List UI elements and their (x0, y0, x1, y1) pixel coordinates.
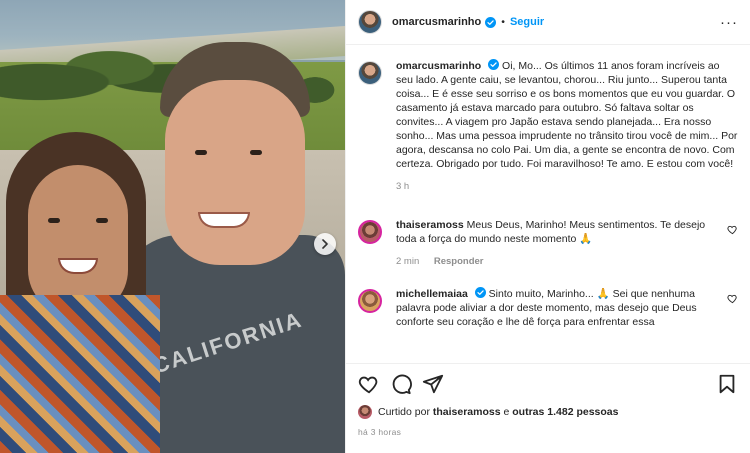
paper-plane-icon (422, 374, 444, 393)
post-header: omarcusmarinho • Seguir ··· (346, 0, 750, 45)
comment-body: thaiseramoss Meus Deus, Marinho! Meus se… (396, 218, 719, 269)
verified-badge-icon (474, 287, 486, 298)
likes-others[interactable]: outras 1.482 pessoas (512, 406, 618, 418)
woman-eye-right (96, 218, 108, 223)
posted-time: há 3 horas (358, 427, 402, 437)
man-face (165, 80, 305, 265)
man-smile (198, 212, 250, 228)
caption-text: Oi, Mo... Os últimos 11 anos foram incrí… (396, 60, 738, 170)
heart-icon (358, 376, 378, 393)
likes-prefix: Curtido por (378, 406, 430, 418)
save-button[interactable] (716, 373, 738, 395)
likes-summary[interactable]: Curtido por thaiseramoss e outras 1.482 … (358, 405, 619, 419)
caption-author[interactable]: omarcusmarinho (396, 60, 481, 72)
comment-button[interactable] (390, 373, 412, 395)
comment-item: thaiseramoss Meus Deus, Marinho! Meus se… (358, 218, 738, 269)
caption-entry: omarcusmarinho Oi, Mo... Os últimos 11 a… (358, 59, 738, 194)
author-avatar[interactable] (358, 10, 382, 34)
post-actions (346, 363, 750, 403)
comment-like-icon[interactable] (727, 224, 738, 235)
separator-dot: • (501, 16, 505, 28)
like-button[interactable] (358, 373, 380, 395)
follow-button[interactable]: Seguir (510, 16, 544, 28)
liker-avatar (358, 405, 372, 419)
comment-meta: 2 min Responder (396, 255, 719, 269)
comment-bubble-icon (392, 374, 412, 394)
comment-item: michellemaiaa Sinto muito, Marinho... 🙏 … (358, 287, 738, 329)
bookmark-icon (719, 374, 735, 393)
next-photo-button[interactable] (314, 233, 336, 255)
author-username[interactable]: omarcusmarinho (392, 16, 481, 28)
comment-body: michellemaiaa Sinto muito, Marinho... 🙏 … (396, 287, 719, 329)
comment-author[interactable]: thaiseramoss (396, 219, 464, 231)
woman-eye-left (48, 218, 60, 223)
comment-author[interactable]: michellemaiaa (396, 288, 468, 300)
verified-badge-icon (488, 59, 500, 70)
caption-author-avatar[interactable] (358, 61, 382, 85)
commenter-avatar[interactable] (358, 220, 382, 244)
caption-time: 3 h (396, 181, 410, 192)
caption-text-block: omarcusmarinho Oi, Mo... Os últimos 11 a… (396, 59, 738, 171)
comment-like-icon[interactable] (727, 293, 738, 304)
commenter-avatar[interactable] (358, 289, 382, 313)
post-photo[interactable]: CALIFORNIA (0, 0, 345, 453)
share-button[interactable] (422, 373, 444, 395)
man-eye-right (250, 150, 262, 155)
woman-face (28, 165, 128, 315)
verified-badge-icon (485, 16, 497, 28)
caption-meta: 3 h (396, 180, 738, 194)
post-side-panel: omarcusmarinho • Seguir ··· omarcusmarin… (345, 0, 750, 453)
instagram-post: CALIFORNIA omarcusmarinho • Seguir ··· o… (0, 0, 750, 453)
comment-time: 2 min (396, 256, 420, 267)
liker-username[interactable]: thaiseramoss (433, 406, 501, 418)
man-eye-left (195, 150, 207, 155)
woman-scarf (0, 295, 160, 453)
likes-connector: e (503, 406, 510, 418)
more-options-button[interactable]: ··· (720, 14, 738, 31)
reply-button[interactable]: Responder (434, 256, 484, 267)
chevron-right-icon (322, 239, 328, 249)
caption-body: omarcusmarinho Oi, Mo... Os últimos 11 a… (396, 59, 738, 194)
comments-section[interactable]: omarcusmarinho Oi, Mo... Os últimos 11 a… (346, 45, 750, 363)
